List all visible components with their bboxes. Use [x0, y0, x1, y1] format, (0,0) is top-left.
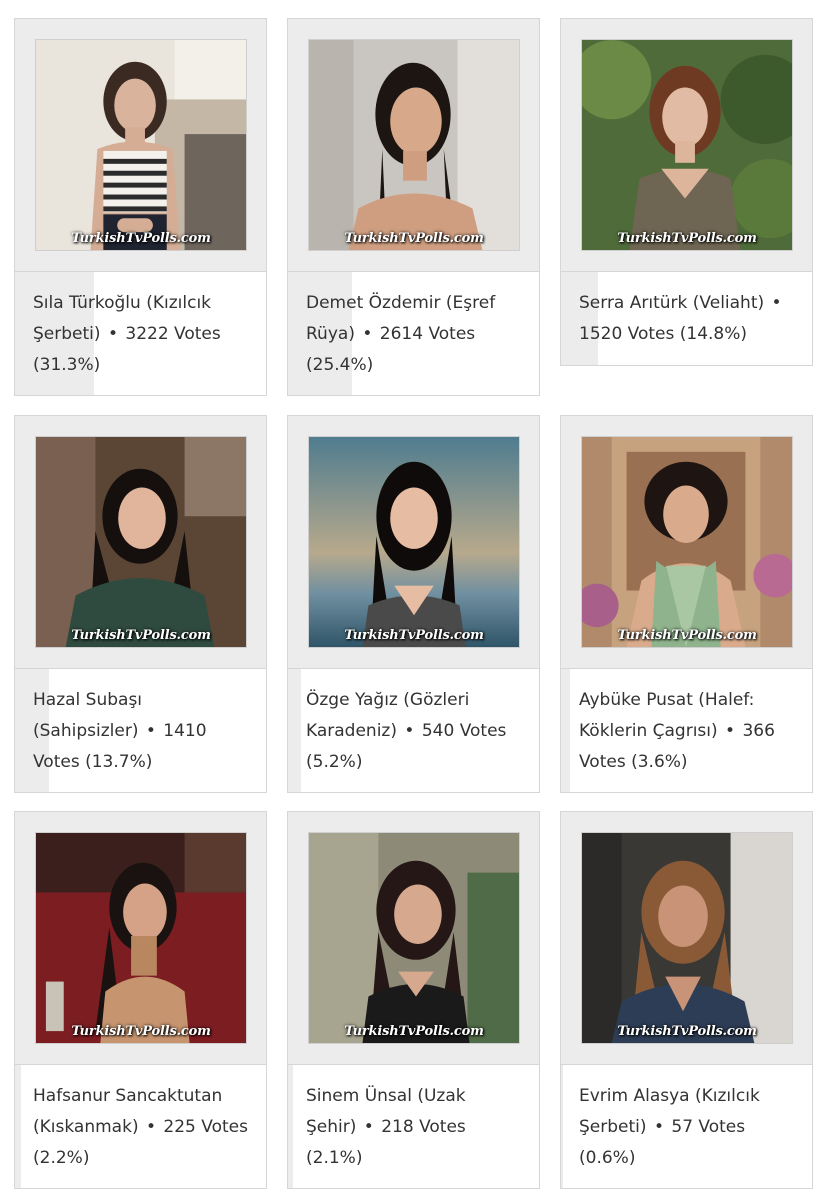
watermark-text: TurkishTvPolls.com: [71, 628, 211, 643]
watermark-text: TurkishTvPolls.com: [344, 628, 484, 643]
vote-percentage: (2.2%): [33, 1148, 90, 1168]
photo-frame: TurkishTvPolls.com: [15, 812, 266, 1065]
bullet-separator: •: [404, 721, 415, 741]
vote-percentage: (5.2%): [306, 752, 363, 772]
actress-photo[interactable]: TurkishTvPolls.com: [308, 39, 520, 251]
poll-card[interactable]: TurkishTvPolls.com Serra Arıtürk (Veliah…: [560, 18, 813, 366]
caption: Hafsanur Sancaktutan (Kıskanmak) • 225 V…: [15, 1065, 266, 1188]
watermark-text: TurkishTvPolls.com: [344, 231, 484, 246]
votes-count: 225 Votes: [163, 1117, 248, 1137]
actress-name: Hafsanur Sancaktutan: [33, 1086, 223, 1106]
photo-frame: TurkishTvPolls.com: [288, 416, 539, 669]
caption: Serra Arıtürk (Veliaht) • 1520 Votes (14…: [561, 272, 812, 365]
vote-percentage: (3.6%): [631, 752, 688, 772]
actress-name: Sinem Ünsal: [306, 1086, 412, 1106]
vote-percentage: (14.8%): [679, 324, 748, 344]
bullet-separator: •: [107, 324, 118, 344]
poll-card[interactable]: TurkishTvPolls.com Aybüke Pusat (Halef: …: [560, 415, 813, 793]
watermark-text: TurkishTvPolls.com: [71, 1024, 211, 1039]
poll-grid: TurkishTvPolls.com Sıla Türkoğlu (Kızılc…: [0, 0, 829, 1200]
actress-name: Evrim Alasya: [579, 1086, 690, 1106]
percent-bar: [288, 669, 302, 792]
vote-percentage: (2.1%): [306, 1148, 363, 1168]
poll-card[interactable]: TurkishTvPolls.com Hazal Subaşı (Sahipsi…: [14, 415, 267, 793]
caption: Demet Özdemir (Eşref Rüya) • 2614 Votes …: [288, 272, 539, 395]
watermark-text: TurkishTvPolls.com: [617, 1024, 757, 1039]
actress-photo[interactable]: TurkishTvPolls.com: [35, 832, 247, 1044]
bullet-separator: •: [725, 721, 736, 741]
watermark-text: TurkishTvPolls.com: [617, 231, 757, 246]
percent-bar: [561, 1065, 563, 1188]
photo-frame: TurkishTvPolls.com: [561, 19, 812, 272]
actress-photo[interactable]: TurkishTvPolls.com: [581, 39, 793, 251]
poll-card[interactable]: TurkishTvPolls.com Sinem Ünsal (Uzak Şeh…: [287, 811, 540, 1189]
bullet-separator: •: [363, 1117, 374, 1137]
actress-photo[interactable]: TurkishTvPolls.com: [308, 436, 520, 648]
caption: Özge Yağız (Gözleri Karadeniz) • 540 Vot…: [288, 669, 539, 792]
vote-percentage: (0.6%): [579, 1148, 636, 1168]
votes-count: 1520 Votes: [579, 324, 675, 344]
actress-name: Aybüke Pusat: [579, 690, 693, 710]
votes-count: 57 Votes: [671, 1117, 746, 1137]
actress-photo[interactable]: TurkishTvPolls.com: [308, 832, 520, 1044]
actress-photo[interactable]: TurkishTvPolls.com: [35, 436, 247, 648]
bullet-separator: •: [771, 293, 782, 313]
poll-card[interactable]: TurkishTvPolls.com Sıla Türkoğlu (Kızılc…: [14, 18, 267, 396]
show-name: Kıskanmak: [39, 1117, 132, 1137]
photo-frame: TurkishTvPolls.com: [561, 416, 812, 669]
votes-count: 3222 Votes: [125, 324, 221, 344]
actress-name: Serra Arıtürk: [579, 293, 688, 313]
photo-frame: TurkishTvPolls.com: [15, 416, 266, 669]
photo-frame: TurkishTvPolls.com: [288, 812, 539, 1065]
bullet-separator: •: [145, 721, 156, 741]
show-name: Sahipsizler: [39, 721, 132, 741]
poll-card[interactable]: TurkishTvPolls.com Hafsanur Sancaktutan …: [14, 811, 267, 1189]
actress-name: Demet Özdemir: [306, 293, 441, 313]
watermark-text: TurkishTvPolls.com: [344, 1024, 484, 1039]
vote-percentage: (13.7%): [85, 752, 153, 772]
photo-frame: TurkishTvPolls.com: [288, 19, 539, 272]
caption: Evrim Alasya (Kızılcık Şerbeti) • 57 Vot…: [561, 1065, 812, 1188]
actress-photo[interactable]: TurkishTvPolls.com: [581, 436, 793, 648]
poll-card[interactable]: TurkishTvPolls.com Evrim Alasya (Kızılcı…: [560, 811, 813, 1189]
poll-card[interactable]: TurkishTvPolls.com Demet Özdemir (Eşref …: [287, 18, 540, 396]
actress-name: Hazal Subaşı: [33, 690, 143, 710]
actress-name: Sıla Türkoğlu: [33, 293, 141, 313]
watermark-text: TurkishTvPolls.com: [617, 628, 757, 643]
caption: Aybüke Pusat (Halef: Köklerin Çagrısı) •…: [561, 669, 812, 792]
percent-bar: [561, 669, 571, 792]
poll-card[interactable]: TurkishTvPolls.com Özge Yağız (Gözleri K…: [287, 415, 540, 793]
actress-photo[interactable]: TurkishTvPolls.com: [35, 39, 247, 251]
percent-bar: [15, 1065, 21, 1188]
caption: Hazal Subaşı (Sahipsizler) • 1410 Votes …: [15, 669, 266, 792]
votes-count: 540 Votes: [421, 721, 507, 741]
actress-name: Özge Yağız: [306, 690, 398, 710]
photo-frame: TurkishTvPolls.com: [561, 812, 812, 1065]
photo-frame: TurkishTvPolls.com: [15, 19, 266, 272]
bullet-separator: •: [362, 324, 373, 344]
watermark-text: TurkishTvPolls.com: [71, 231, 211, 246]
vote-percentage: (25.4%): [306, 355, 374, 375]
percent-bar: [288, 1065, 294, 1188]
votes-count: 2614 Votes: [379, 324, 476, 344]
caption: Sinem Ünsal (Uzak Şehir) • 218 Votes (2.…: [288, 1065, 539, 1188]
actress-photo[interactable]: TurkishTvPolls.com: [581, 832, 793, 1044]
bullet-separator: •: [145, 1117, 157, 1137]
bullet-separator: •: [653, 1117, 664, 1137]
caption: Sıla Türkoğlu (Kızılcık Şerbeti) • 3222 …: [15, 272, 266, 395]
votes-count: 218 Votes: [381, 1117, 466, 1137]
vote-percentage: (31.3%): [33, 355, 101, 375]
show-name: Veliaht: [699, 293, 758, 313]
